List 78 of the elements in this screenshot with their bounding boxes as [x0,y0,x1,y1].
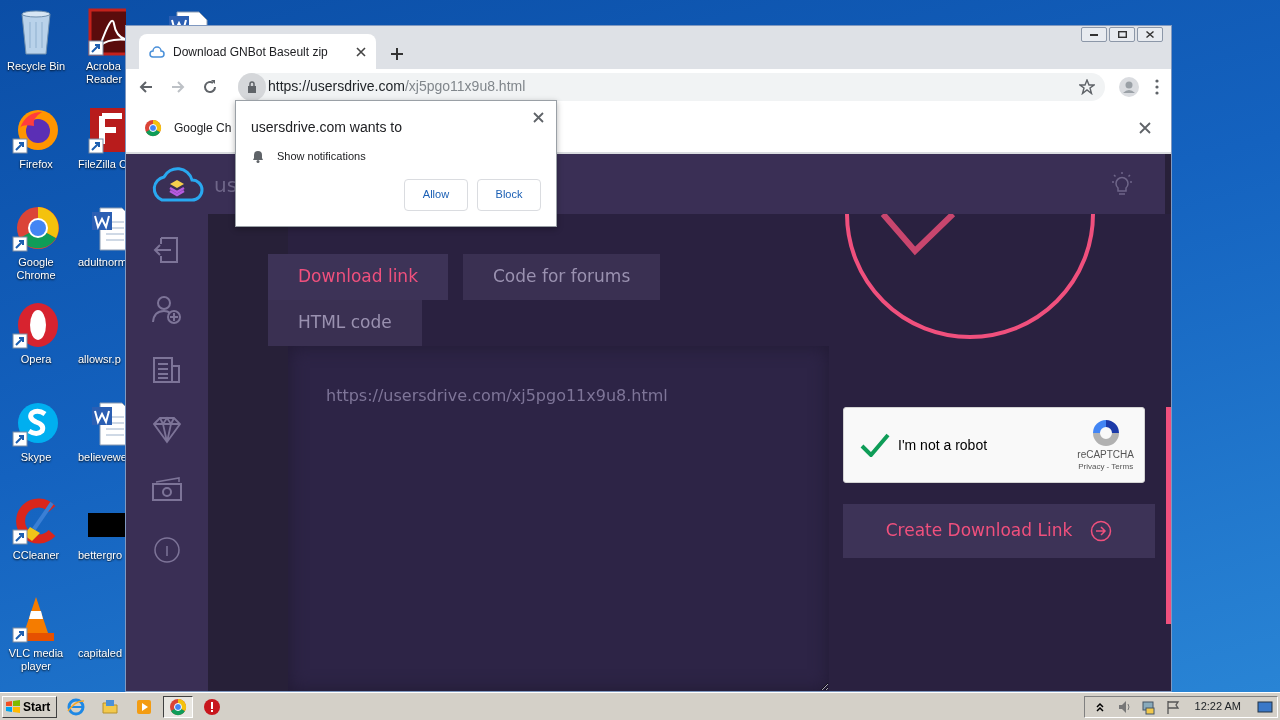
close-icon[interactable] [356,46,366,57]
icon-label: Acroba Reader [86,60,124,86]
flag-icon[interactable] [1164,698,1181,715]
popup-button[interactable]: Allow [404,178,468,211]
url-host: https://usersdrive.com [268,77,405,96]
menu-icon [1155,78,1159,95]
add-user-icon[interactable] [151,294,183,326]
windows-logo-icon [5,699,21,714]
icon-label: CCleaner [11,549,61,562]
checkmark-icon[interactable] [860,433,890,457]
pdf-icon[interactable] [88,8,126,56]
link-field[interactable]: https://usersdrive.com/xj5pgo11x9u8.html [288,346,829,691]
clock[interactable]: 12:22 AM [1194,698,1241,715]
chrome-icon [169,697,188,716]
opera-icon[interactable] [12,301,60,349]
stop-icon [203,697,222,716]
new-tab-button[interactable] [388,45,406,63]
info-icon[interactable] [151,534,183,566]
profile-button[interactable] [1117,74,1141,99]
minimize-button[interactable] [1081,27,1107,42]
diamond-icon[interactable] [151,414,183,446]
icon-label: bettergro [78,549,124,562]
tab-title: Download GNBot Baseult zip [173,43,329,61]
lock-icon [247,80,257,93]
media-player-icon [135,697,154,716]
minimize-icon [1090,33,1098,36]
browser-tab[interactable]: Download GNBot Baseult zip [139,34,376,69]
icon-label: believewe [78,451,126,464]
document-icon[interactable] [151,354,183,386]
infobar-text: Google Ch [174,120,232,137]
arrow-circle-icon [1090,520,1113,542]
icon-label: Firefox [18,158,54,171]
popup-title: usersdrive.com wants to [251,118,402,137]
captcha-brand: reCAPTCHA [1077,449,1134,461]
captcha-label: I'm not a robot [898,435,989,455]
captcha-links: Privacy - Terms [1078,461,1134,473]
chrome-icon [144,119,162,137]
cloud-logo-icon[interactable] [150,165,204,203]
close-button[interactable] [531,110,546,125]
icon-label: VLC media player [7,647,65,673]
filezilla-icon[interactable] [88,106,126,154]
network-icon[interactable] [1140,698,1157,715]
forward-icon [170,78,186,95]
back-icon [138,78,154,95]
tab[interactable]: Code for forums [463,254,661,300]
maximize-button[interactable] [1109,27,1135,42]
icon-label: capitaled [78,647,124,660]
avatar-icon [1119,76,1139,97]
icon-label: Opera [19,353,53,366]
chrome-icon[interactable] [12,204,60,252]
show-desktop-icon[interactable] [1257,699,1273,714]
scrollbar-thumb[interactable] [1166,407,1171,624]
icon-label: Recycle Bin [5,60,67,73]
bell-icon [251,149,265,164]
close-icon [533,112,544,123]
cloud-icon [149,44,165,59]
icon-label: allowsr.p [78,353,122,366]
ie-icon [67,697,86,716]
close-icon [1146,31,1154,38]
tab[interactable]: HTML code [268,300,422,346]
permission-text: Show notifications [277,149,366,164]
icon-label: Google Chrome [15,256,57,282]
address-bar[interactable]: https://usersdrive.com/xj5pgo11x9u8.html [238,72,1105,101]
close-button[interactable] [1137,27,1163,42]
create-download-link-button[interactable]: Create Download Link [843,504,1155,558]
start-button[interactable]: Start [2,695,58,718]
url-path: /xj5pgo11x9u8.html [404,77,526,96]
close-icon [1139,122,1151,134]
plus-icon [390,47,404,61]
folder-icon [101,697,120,716]
taskbar-button[interactable] [163,695,194,718]
reload-icon [202,78,218,95]
popup-button[interactable]: Block [477,178,541,211]
tab[interactable]: Download link [268,254,448,300]
star-icon[interactable] [1079,78,1095,95]
maximize-icon [1117,31,1127,38]
icon-label: Skype [19,451,53,464]
close-button[interactable] [1137,120,1153,136]
